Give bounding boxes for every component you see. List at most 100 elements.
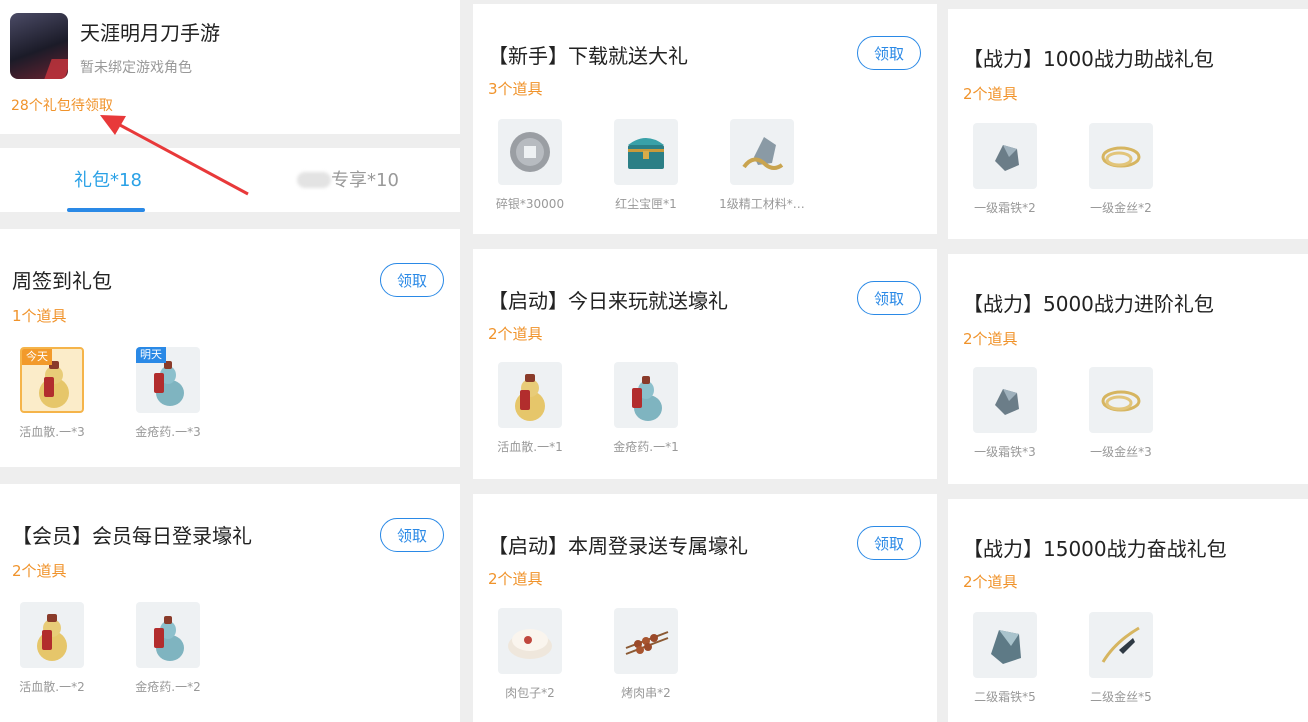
gift-item: 1级精工材料*…	[707, 119, 817, 212]
gift-tabs: 礼包*18 专享*10	[0, 148, 460, 212]
item-label: 活血散.一*3	[19, 425, 85, 439]
gift-item-count: 2个道具	[488, 570, 543, 588]
gift-title: 【启动】本周登录送专属壕礼	[488, 534, 748, 558]
gift-card-power-1000: 【战力】1000战力助战礼包 2个道具 一级霜铁*2 一级金丝*2	[948, 9, 1308, 239]
item-thumbnail	[1089, 123, 1153, 189]
gift-title: 周签到礼包	[12, 269, 112, 293]
gift-title: 【战力】15000战力奋战礼包	[963, 537, 1227, 561]
item-label: 二级金丝*5	[1090, 690, 1152, 704]
item-thumbnail	[614, 608, 678, 674]
claim-button[interactable]: 领取	[857, 281, 921, 315]
gift-card-newbie: 【新手】下载就送大礼 3个道具 领取 碎银*30000 红尘宝匣*1 1级精工材…	[473, 4, 937, 234]
item-label: 活血散.一*2	[19, 680, 85, 694]
gift-item: 一级霜铁*2	[950, 123, 1060, 216]
item-thumbnail	[730, 119, 794, 185]
gift-item: 活血散.一*1	[475, 362, 585, 455]
item-label: 烤肉串*2	[621, 686, 671, 700]
gift-item: 一级金丝*2	[1066, 123, 1176, 216]
item-thumbnail	[1089, 367, 1153, 433]
item-label: 1级精工材料*…	[719, 197, 805, 211]
gift-item: 烤肉串*2	[591, 608, 701, 701]
active-tab-indicator	[67, 208, 145, 212]
item-label: 活血散.一*1	[497, 440, 563, 454]
item-label: 碎银*30000	[495, 197, 565, 211]
tab-exclusive-label: 专享*10	[331, 170, 399, 191]
claim-button[interactable]: 领取	[857, 36, 921, 70]
frost-iron-icon	[995, 389, 1019, 415]
gift-item-count: 2个道具	[12, 562, 67, 580]
item-label: 一级霜铁*2	[974, 201, 1036, 215]
gift-item-count: 2个道具	[963, 573, 1018, 591]
gift-item-count: 2个道具	[963, 330, 1018, 348]
gift-item-count: 2个道具	[963, 85, 1018, 103]
gift-card-launch-week: 【启动】本周登录送专属壕礼 2个道具 领取 肉包子*2 烤肉串*2	[473, 494, 937, 722]
gift-title: 【战力】5000战力进阶礼包	[963, 292, 1214, 316]
medicine-bottle-icon	[632, 376, 662, 421]
gift-item: 今天 活血散.一*3	[0, 347, 107, 440]
item-thumbnail	[614, 362, 678, 428]
claim-button[interactable]: 领取	[380, 263, 444, 297]
item-label: 金疮药.一*1	[613, 440, 679, 454]
gift-card-power-5000: 【战力】5000战力进阶礼包 2个道具 一级霜铁*3 一级金丝*3	[948, 254, 1308, 484]
item-thumbnail	[614, 119, 678, 185]
gift-item: 金疮药.一*1	[591, 362, 701, 455]
gourd-potion-icon	[515, 374, 545, 421]
gift-item-count: 1个道具	[12, 307, 67, 325]
silver-coin-icon	[510, 132, 550, 172]
crafting-material-icon	[742, 137, 784, 170]
gift-item: 一级金丝*3	[1066, 367, 1176, 460]
item-thumbnail	[498, 362, 562, 428]
item-thumbnail: 今天	[20, 347, 84, 413]
meat-skewer-icon	[625, 631, 669, 655]
tab-exclusive[interactable]: 专享*10	[297, 166, 399, 192]
claim-button[interactable]: 领取	[857, 526, 921, 560]
item-thumbnail	[20, 602, 84, 668]
item-label: 一级金丝*3	[1090, 445, 1152, 459]
gift-card-weekly-checkin: 周签到礼包 1个道具 领取 今天 活血散.一*3 明天 金疮药.一*3	[0, 229, 460, 467]
gift-card-member-daily: 【会员】会员每日登录壕礼 2个道具 领取 活血散.一*2 金疮药.一*2	[0, 484, 460, 722]
item-label: 二级霜铁*5	[974, 690, 1036, 704]
tab-gifts[interactable]: 礼包*18	[74, 166, 142, 192]
item-label: 红尘宝匣*1	[615, 197, 677, 211]
steamed-bun-icon	[508, 629, 552, 659]
gourd-potion-icon	[37, 614, 67, 661]
tab-gifts-label: 礼包*18	[74, 170, 142, 191]
day-tag-tomorrow: 明天	[136, 347, 166, 363]
frost-iron-icon	[995, 145, 1019, 171]
item-thumbnail	[498, 119, 562, 185]
day-tag-today: 今天	[22, 349, 52, 365]
gift-item: 肉包子*2	[475, 608, 585, 701]
item-label: 肉包子*2	[505, 686, 555, 700]
item-thumbnail	[136, 602, 200, 668]
gift-item: 明天 金疮药.一*3	[113, 347, 223, 440]
item-label: 一级金丝*2	[1090, 201, 1152, 215]
gold-thread-icon	[1101, 626, 1140, 663]
gift-title: 【新手】下载就送大礼	[488, 44, 688, 68]
app-title: 天涯明月刀手游	[80, 21, 220, 45]
item-label: 一级霜铁*3	[974, 445, 1036, 459]
gift-card-launch-today: 【启动】今日来玩就送壕礼 2个道具 领取 活血散.一*1 金疮药.一*1	[473, 249, 937, 479]
item-label: 金疮药.一*3	[135, 425, 201, 439]
gift-item: 红尘宝匣*1	[591, 119, 701, 212]
item-thumbnail	[1089, 612, 1153, 678]
frost-iron-icon	[991, 630, 1021, 664]
gift-item-count: 3个道具	[488, 80, 543, 98]
medicine-bottle-icon	[154, 616, 184, 661]
gift-item: 一级霜铁*3	[950, 367, 1060, 460]
app-subtitle: 暂未绑定游戏角色	[80, 60, 192, 76]
gift-item-count: 2个道具	[488, 325, 543, 343]
gift-title: 【会员】会员每日登录壕礼	[12, 524, 252, 548]
gift-item: 碎银*30000	[475, 119, 585, 212]
gift-item: 金疮药.一*2	[113, 602, 223, 695]
gift-item: 二级霜铁*5	[950, 612, 1060, 705]
claim-button[interactable]: 领取	[380, 518, 444, 552]
gift-card-power-15000: 【战力】15000战力奋战礼包 2个道具 二级霜铁*5 二级金丝*5	[948, 499, 1308, 722]
item-thumbnail	[973, 612, 1037, 678]
gold-thread-icon	[1101, 146, 1141, 168]
game-app-icon[interactable]	[10, 13, 68, 79]
gift-title: 【战力】1000战力助战礼包	[963, 47, 1214, 71]
app-header: 天涯明月刀手游 暂未绑定游戏角色 28个礼包待领取	[0, 0, 460, 134]
item-thumbnail: 明天	[136, 347, 200, 413]
pending-gifts-count: 28个礼包待领取	[11, 98, 113, 114]
item-thumbnail	[973, 123, 1037, 189]
